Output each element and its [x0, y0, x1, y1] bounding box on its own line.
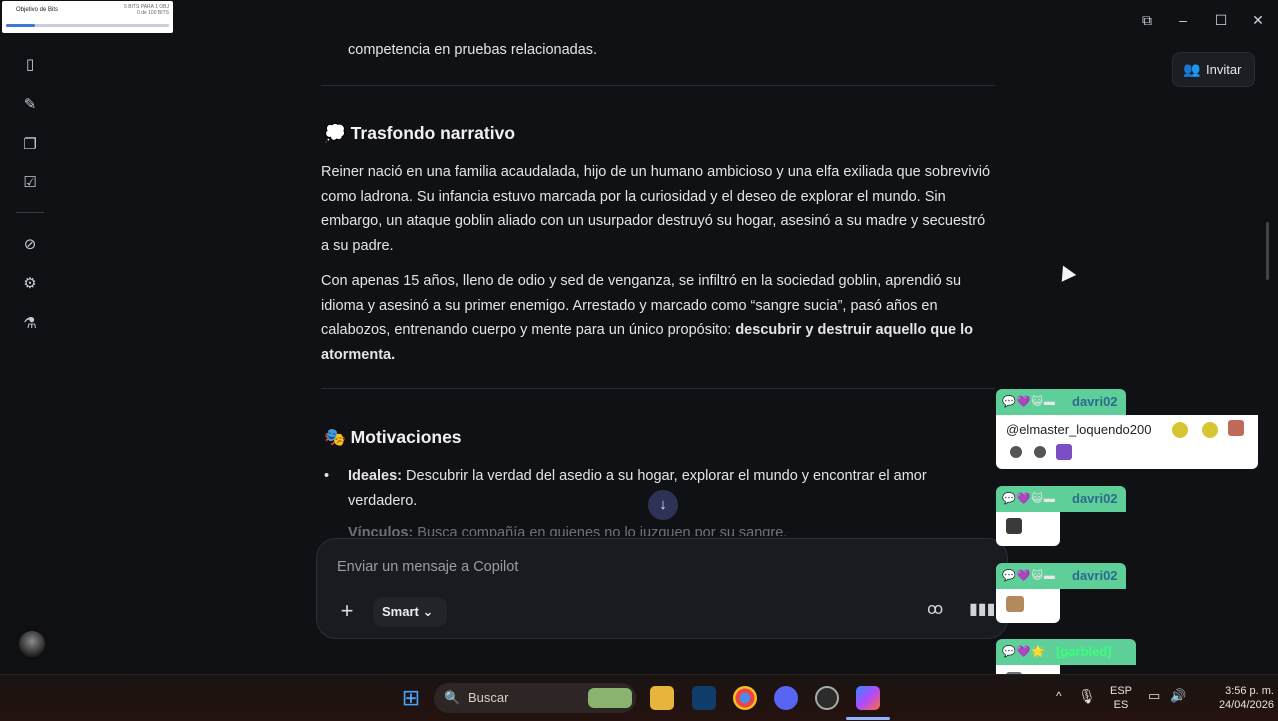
search-icon: 🔍 — [444, 690, 461, 705]
message-input[interactable]: Enviar un mensaje a Copilot — [337, 559, 518, 575]
clock[interactable]: 3:56 p. m. 24/04/2026 — [1196, 684, 1274, 712]
chat-header: 💬💜🌟 [garbled] — [996, 639, 1136, 665]
settings-icon[interactable]: ⚙ — [18, 272, 42, 296]
divider — [321, 388, 995, 389]
language-code: ESP — [1109, 685, 1132, 697]
chat-username: davri02 — [1072, 568, 1118, 583]
chat-body — [996, 589, 1060, 623]
volume-icon[interactable]: 🔊 — [1170, 688, 1186, 704]
item-text: Busca compañía en quienes no lo juzguen … — [413, 525, 788, 536]
paragraph: Reiner nació en una familia acaudalada, … — [321, 164, 991, 254]
sidebar-divider — [16, 212, 44, 213]
search-highlight-image — [588, 688, 632, 708]
close-button[interactable]: ✕ — [1247, 10, 1269, 30]
taskbar-search[interactable]: 🔍 Buscar — [434, 683, 636, 713]
mode-selector[interactable]: Smart ⌄ — [373, 597, 447, 627]
file-explorer-icon[interactable] — [650, 686, 674, 710]
add-button[interactable]: + — [333, 597, 361, 625]
goal-info: 5 BITS PARA 1 OBJ 0 de 100 BITS — [124, 4, 169, 16]
goal-progress-bar — [6, 24, 169, 27]
chat-header: 💬💜😺▬ davri02 — [996, 486, 1126, 512]
people-icon: 👥 — [1183, 61, 1201, 77]
badges-icon: 💬💜😺▬ — [1002, 570, 1056, 582]
minimize-button[interactable]: – — [1172, 10, 1194, 30]
maximize-button[interactable]: ☐ — [1210, 10, 1232, 30]
goal-info-line: 0 de 100 BITS — [137, 10, 169, 16]
vision-icon[interactable]: ꝏ — [927, 599, 943, 619]
no-ads-icon[interactable]: ⊘ — [18, 233, 42, 257]
panel-icon[interactable]: ▯ — [18, 53, 42, 77]
chrome-icon[interactable] — [733, 686, 757, 710]
emote-icon — [1056, 444, 1072, 460]
chat-message: 💬💜😺▬ davri02 — [996, 486, 1126, 548]
keyboard-code: ES — [1113, 699, 1129, 711]
scrollbar[interactable] — [1266, 222, 1269, 280]
paragraph: Con apenas 15 años, lleno de odio y sed … — [321, 269, 993, 367]
theater-masks-icon: 🎭 — [324, 427, 346, 447]
emote-icon — [1006, 596, 1024, 612]
scroll-down-button[interactable]: ↓ — [648, 490, 678, 520]
chat-text: @elmaster_loquendo200 — [1006, 422, 1152, 437]
bits-goal-widget: Objetivo de Bits 5 BITS PARA 1 OBJ 0 de … — [2, 1, 173, 33]
mode-label: Smart — [382, 604, 419, 619]
item-label: Ideales: — [348, 468, 402, 484]
avatar[interactable] — [19, 631, 45, 657]
badges-icon: 💬💜🌟 — [1002, 646, 1047, 658]
section-title: Motivaciones — [350, 427, 462, 447]
emote-icon — [1172, 422, 1188, 438]
league-app-icon[interactable] — [692, 686, 716, 710]
thought-bubble-icon: 💭 — [324, 123, 346, 143]
popout-icon[interactable]: ⧉ — [1136, 10, 1158, 30]
voice-icon[interactable]: ▮▮▮ — [969, 599, 995, 619]
divider — [321, 85, 995, 86]
taskbar: ⊞ 🔍 Buscar ^ 🎙 ESP ES ▭ 🔊 3:56 p. m. 24/0… — [0, 674, 1278, 721]
clock-time: 3:56 p. m. — [1225, 685, 1274, 697]
badges-icon: 💬💜😺▬ — [1002, 396, 1056, 408]
emote-icon — [1010, 446, 1022, 458]
goal-progress-fill — [6, 24, 36, 27]
emote-icon — [1034, 446, 1046, 458]
emote-icon — [1202, 422, 1218, 438]
chat-username: [garbled] — [1056, 644, 1112, 659]
tasks-icon[interactable]: ☑ — [18, 171, 42, 195]
emote-icon — [1006, 518, 1022, 534]
previous-line: competencia en pruebas relacionadas. — [348, 42, 598, 58]
bullet: • — [324, 468, 330, 484]
new-chat-icon[interactable]: ✎ — [18, 93, 42, 117]
section-title: Trasfondo narrativo — [350, 123, 516, 143]
chat-message: 💬💜😺▬ davri02 — [996, 563, 1126, 625]
labs-icon[interactable]: ⚗ — [18, 312, 42, 336]
chat-body: @elmaster_loquendo200 — [996, 415, 1258, 469]
chat-header: 💬💜😺▬ davri02 — [996, 563, 1126, 589]
section-heading: 💭 Trasfondo narrativo — [324, 123, 515, 144]
chat-header: 💬💜😺▬ davri02 — [996, 389, 1126, 415]
message-composer[interactable]: Enviar un mensaje a Copilot + Smart ⌄ ꝏ … — [316, 538, 1008, 639]
invite-button[interactable]: 👥 Invitar — [1172, 52, 1255, 87]
item-text: Descubrir la verdad del asedio a su hoga… — [348, 468, 927, 509]
section-heading: 🎭 Motivaciones — [324, 427, 462, 448]
title-bar: ⧉ – ☐ ✕ — [0, 0, 1278, 40]
invite-label: Invitar — [1206, 62, 1242, 77]
discord-icon[interactable] — [774, 686, 798, 710]
windows-start-icon[interactable]: ⊞ — [399, 686, 423, 710]
show-hidden-icons[interactable]: ^ — [1056, 689, 1062, 703]
language-indicator[interactable]: ESP ES — [1106, 684, 1136, 712]
pages-icon[interactable]: ❐ — [18, 133, 42, 157]
obs-icon[interactable] — [815, 686, 839, 710]
microphone-icon[interactable]: 🎙 — [1078, 688, 1096, 705]
emote-icon — [1228, 420, 1244, 436]
chevron-down-icon: ⌄ — [422, 604, 434, 619]
chat-body — [996, 512, 1060, 546]
search-label: Buscar — [468, 690, 509, 705]
badges-icon: 💬💜😺▬ — [1002, 493, 1056, 505]
sidebar: ▯ ✎ ❐ ☑ ⊘ ⚙ ⚗ — [0, 40, 57, 668]
chat-username: davri02 — [1072, 491, 1118, 506]
item-label: Vínculos: — [348, 525, 414, 536]
chat-username: davri02 — [1072, 394, 1118, 409]
list-item: Vínculos: Busca compañía en quienes no l… — [324, 521, 974, 536]
goal-title: Objetivo de Bits — [16, 7, 59, 13]
copilot-icon[interactable] — [856, 686, 880, 710]
network-icon[interactable]: ▭ — [1148, 688, 1160, 704]
clock-date: 24/04/2026 — [1218, 699, 1274, 711]
